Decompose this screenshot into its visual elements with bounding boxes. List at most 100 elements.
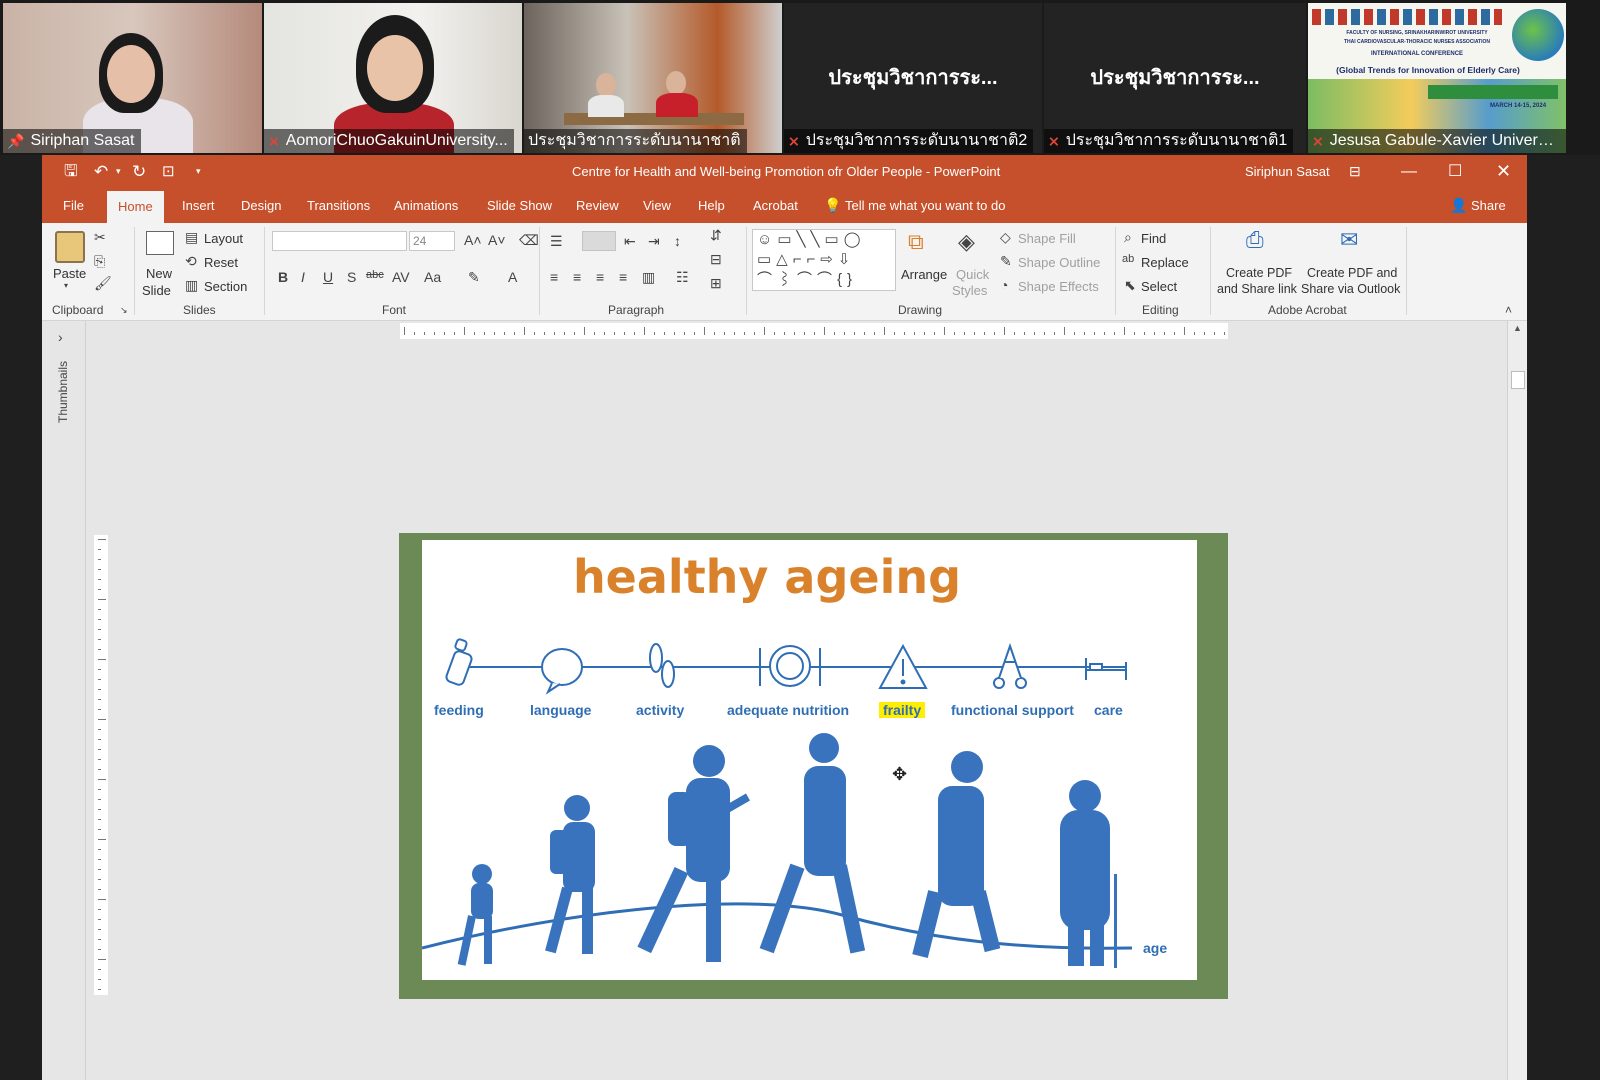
bullets-icon[interactable]: ☰ bbox=[550, 233, 563, 250]
participant-tile[interactable]: ประชุมวิชาการระดับนานาชาติ bbox=[524, 3, 782, 153]
ruler-tick bbox=[98, 989, 101, 990]
shadow-icon[interactable]: S bbox=[347, 269, 356, 285]
tab-animations[interactable]: Animations bbox=[394, 188, 458, 223]
quick-styles-button[interactable]: Quick bbox=[956, 267, 989, 282]
arrange-icon[interactable]: ⧉ bbox=[908, 229, 924, 255]
align-right-icon[interactable]: ≡ bbox=[596, 269, 604, 285]
columns-dropdown-icon[interactable]: ☷ bbox=[676, 269, 689, 286]
tab-review[interactable]: Review bbox=[576, 188, 619, 223]
undo-dropdown-icon[interactable]: ▾ bbox=[116, 155, 121, 188]
change-case-icon[interactable]: Aa bbox=[424, 269, 441, 285]
tab-design[interactable]: Design bbox=[241, 188, 281, 223]
new-slide-button-line2[interactable]: Slide bbox=[142, 283, 171, 298]
redo-icon[interactable]: ↻ bbox=[132, 155, 146, 188]
participant-tile[interactable]: ประชุมวิชาการระ... ⨯ ประชุมวิชาการระดับน… bbox=[1044, 3, 1306, 153]
justify-icon[interactable]: ≡ bbox=[619, 269, 627, 285]
layout-button[interactable]: Layout bbox=[204, 231, 243, 246]
tab-acrobat[interactable]: Acrobat bbox=[753, 188, 798, 223]
shape-fill-button[interactable]: Shape Fill bbox=[1018, 231, 1076, 246]
user-name[interactable]: Siriphun Sasat bbox=[1245, 155, 1330, 188]
font-name-combo[interactable] bbox=[272, 231, 407, 251]
text-direction-icon[interactable]: ⇵ bbox=[710, 227, 722, 244]
vertical-scrollbar[interactable]: ▲ bbox=[1507, 321, 1527, 1080]
shape-outline-button[interactable]: Shape Outline bbox=[1018, 255, 1100, 270]
save-icon[interactable]: 🖫 bbox=[64, 155, 78, 188]
new-slide-icon[interactable] bbox=[146, 231, 174, 255]
decrease-indent-icon[interactable]: ⇤ bbox=[624, 233, 636, 250]
tab-transitions[interactable]: Transitions bbox=[307, 188, 370, 223]
tab-home[interactable]: Home bbox=[107, 191, 164, 223]
tab-slide-show[interactable]: Slide Show bbox=[487, 188, 552, 223]
tab-help[interactable]: Help bbox=[698, 188, 725, 223]
create-pdf-outlook-button[interactable]: Create PDF and bbox=[1307, 266, 1397, 280]
create-pdf-share-link-button[interactable]: Create PDF bbox=[1226, 266, 1292, 280]
copy-icon[interactable]: ⎘ bbox=[94, 253, 105, 270]
tab-file[interactable]: File bbox=[63, 188, 84, 223]
quick-styles-icon[interactable]: ◈ bbox=[958, 229, 975, 255]
character-spacing-icon[interactable]: AV bbox=[392, 269, 410, 285]
maximize-icon[interactable]: ☐ bbox=[1448, 155, 1462, 188]
underline-icon[interactable]: U bbox=[323, 269, 333, 285]
create-pdf-outlook-button-line2[interactable]: Share via Outlook bbox=[1301, 282, 1400, 296]
shape-effects-button[interactable]: Shape Effects bbox=[1018, 279, 1099, 294]
increase-font-icon[interactable]: A˄ bbox=[464, 232, 482, 248]
quick-styles-button-line2[interactable]: Styles bbox=[952, 283, 987, 298]
create-pdf-share-link-button-line2[interactable]: and Share link bbox=[1217, 282, 1297, 296]
align-text-icon[interactable]: ⊟ bbox=[710, 251, 722, 268]
close-icon[interactable]: ✕ bbox=[1496, 155, 1511, 188]
paste-button[interactable]: Paste bbox=[53, 266, 86, 281]
participant-tile[interactable]: FACULTY OF NURSING, SRINAKHARINWIROT UNI… bbox=[1308, 3, 1566, 153]
italic-icon[interactable]: I bbox=[301, 269, 305, 285]
smartart-icon[interactable]: ⊞ bbox=[710, 275, 722, 292]
numbering-icon[interactable] bbox=[582, 231, 616, 251]
strikethrough-icon[interactable]: abc bbox=[366, 269, 384, 281]
create-pdf-outlook-icon: ✉ bbox=[1340, 227, 1359, 252]
highlight-icon[interactable]: ✎ bbox=[468, 269, 480, 286]
select-button[interactable]: Select bbox=[1141, 279, 1177, 294]
participant-tile[interactable]: ⨯ AomoriChuoGakuinUniversity... bbox=[264, 3, 522, 153]
slide-canvas[interactable]: healthy ageing feeding language activity… bbox=[422, 540, 1197, 980]
format-painter-icon[interactable]: 🖌 bbox=[94, 275, 112, 292]
undo-icon[interactable]: ↶ bbox=[94, 155, 108, 188]
presentation-icon[interactable]: ⊡ bbox=[162, 155, 175, 188]
increase-indent-icon[interactable]: ⇥ bbox=[648, 233, 660, 250]
decrease-font-icon[interactable]: A˅ bbox=[488, 232, 506, 248]
tell-me-search[interactable]: Tell me what you want to do bbox=[845, 188, 1005, 223]
participant-tile[interactable]: ประชุมวิชาการระ... ⨯ ประชุมวิชาการระดับน… bbox=[784, 3, 1042, 153]
dialog-launcher-icon[interactable]: ↘ bbox=[120, 305, 128, 316]
clear-formatting-icon[interactable]: ⌫ bbox=[519, 232, 539, 249]
reset-icon: ⟲ bbox=[185, 253, 197, 269]
share-button[interactable]: Share bbox=[1471, 188, 1506, 223]
shapes-gallery[interactable]: ☺▭╲╲▭◯ ▭△⌐⌐⇨⇩ ⌒⌇⌒⌒{} bbox=[752, 229, 896, 291]
collapse-ribbon-icon[interactable]: ˄ bbox=[1505, 303, 1512, 317]
reset-button[interactable]: Reset bbox=[204, 255, 238, 270]
scroll-up-icon[interactable]: ▲ bbox=[1513, 323, 1522, 333]
align-center-icon[interactable]: ≡ bbox=[573, 269, 581, 285]
columns-icon[interactable]: ▥ bbox=[642, 269, 655, 286]
font-size-combo[interactable]: 24 bbox=[409, 231, 455, 251]
line-spacing-icon[interactable]: ↕ bbox=[674, 233, 681, 249]
paste-icon[interactable] bbox=[55, 231, 85, 263]
tab-insert[interactable]: Insert bbox=[182, 188, 215, 223]
replace-button[interactable]: Replace bbox=[1141, 255, 1189, 270]
expand-thumbnails-icon[interactable]: › bbox=[58, 329, 63, 345]
thumbnails-label[interactable]: Thumbnails bbox=[56, 355, 70, 429]
section-button[interactable]: Section bbox=[204, 279, 247, 294]
find-button[interactable]: Find bbox=[1141, 231, 1166, 246]
arrange-button[interactable]: Arrange bbox=[901, 267, 947, 282]
new-slide-button[interactable]: New bbox=[146, 266, 172, 281]
cut-icon[interactable]: ✂ bbox=[94, 229, 106, 246]
share-icon[interactable]: 👤 bbox=[1450, 188, 1467, 223]
scroll-thumb[interactable] bbox=[1511, 371, 1525, 389]
ribbon-display-options-icon[interactable]: ⊟ bbox=[1349, 155, 1361, 188]
participant-placeholder-name: ประชุมวิชาการระ... bbox=[1090, 67, 1260, 89]
participant-tile[interactable]: 📌 Siriphan Sasat bbox=[3, 3, 262, 153]
align-left-icon[interactable]: ≡ bbox=[550, 269, 558, 285]
minimize-icon[interactable]: — bbox=[1401, 155, 1417, 188]
font-color-icon[interactable]: A bbox=[508, 269, 517, 285]
bold-icon[interactable]: B bbox=[278, 269, 288, 285]
tab-view[interactable]: View bbox=[643, 188, 671, 223]
dropdown-icon[interactable]: ▾ bbox=[64, 281, 68, 290]
ruler-tick bbox=[1164, 332, 1165, 335]
customize-toolbar-icon[interactable]: ▾ bbox=[196, 155, 201, 188]
